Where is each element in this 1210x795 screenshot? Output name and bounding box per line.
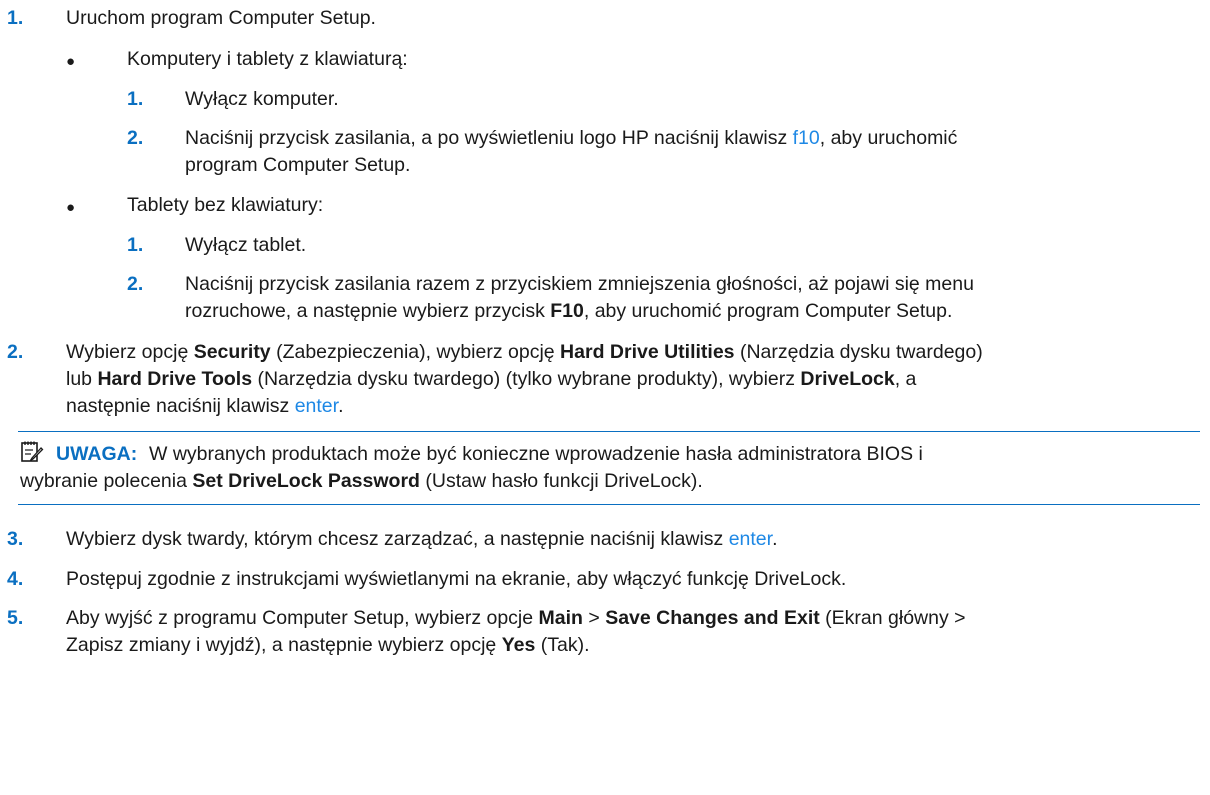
step-text-cont: lub Hard Drive Tools (Narzędzia dysku tw…: [66, 368, 917, 390]
key-link[interactable]: f10: [793, 127, 820, 149]
substep-text-cont: program Computer Setup.: [185, 154, 411, 176]
step-text: Uruchom program Computer Setup.: [66, 7, 376, 29]
note-label: UWAGA:: [56, 443, 138, 465]
substep-text: Naciśnij przycisk zasilania razem z przy…: [185, 273, 974, 295]
bullet-title: Tablety bez klawiatury:: [127, 194, 324, 216]
step-number: 4.: [7, 568, 24, 590]
bullet-icon: ●: [66, 199, 76, 216]
substep-number: 2.: [127, 273, 144, 295]
step-number: 5.: [7, 607, 24, 629]
step-text: Wybierz dysk twardy, którym chcesz zarzą…: [66, 528, 778, 550]
step-number: 1.: [7, 7, 24, 29]
substep-text: Wyłącz komputer.: [185, 88, 339, 110]
note-text: W wybranych produktach może być konieczn…: [149, 443, 923, 465]
substep-number: 2.: [127, 127, 144, 149]
substep-text: Naciśnij przycisk zasilania, a po wyświe…: [185, 127, 958, 149]
key-link[interactable]: enter: [729, 528, 772, 550]
bullet-icon: ●: [66, 53, 76, 70]
step-text: Postępuj zgodnie z instrukcjami wyświetl…: [66, 568, 847, 590]
note-icon: [20, 440, 46, 464]
step-text-cont: następnie naciśnij klawisz enter.: [66, 395, 344, 417]
note-bottom-rule: [18, 504, 1200, 505]
bullet-title: Komputery i tablety z klawiaturą:: [127, 48, 408, 70]
note-top-rule: [18, 431, 1200, 432]
step-text-cont: Zapisz zmiany i wyjdź), a następnie wybi…: [66, 634, 590, 656]
step-number: 3.: [7, 528, 24, 550]
step-text: Wybierz opcję Security (Zabezpieczenia),…: [66, 341, 983, 363]
substep-number: 1.: [127, 234, 144, 256]
step-number: 2.: [7, 341, 24, 363]
substep-number: 1.: [127, 88, 144, 110]
substep-text-cont: rozruchowe, a następnie wybierz przycisk…: [185, 300, 953, 322]
step-text: Aby wyjść z programu Computer Setup, wyb…: [66, 607, 966, 629]
substep-text: Wyłącz tablet.: [185, 234, 307, 256]
note-text-cont: wybranie polecenia Set DriveLock Passwor…: [20, 470, 703, 492]
key-link[interactable]: enter: [295, 395, 338, 417]
